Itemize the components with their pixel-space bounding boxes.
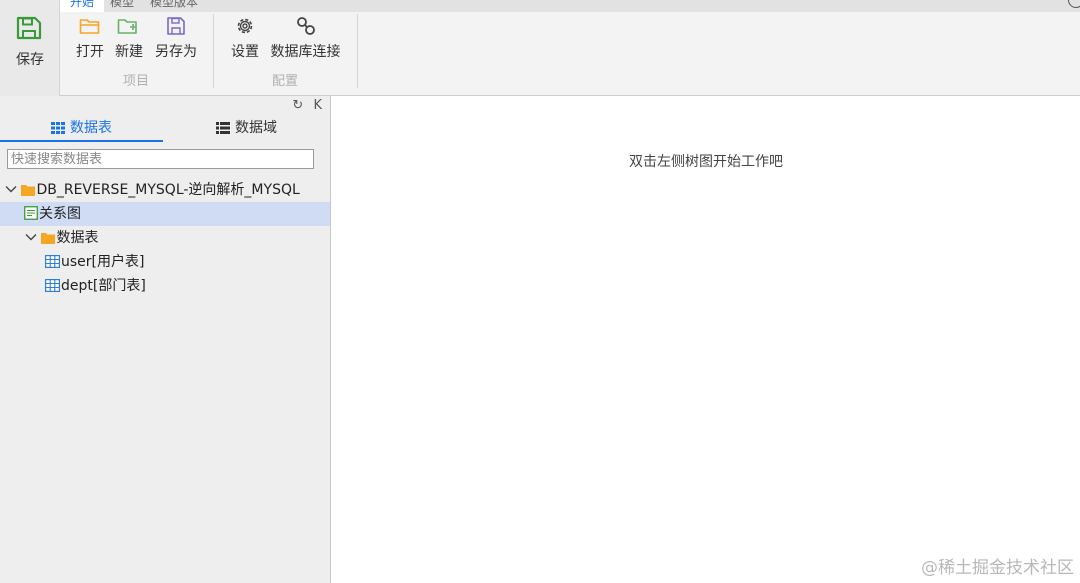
save-button[interactable]: 保存 (0, 0, 60, 96)
tab-model-version[interactable]: 模型版本 (150, 0, 198, 12)
folder-add-icon (117, 19, 137, 34)
tree-table-label: user[用户表] (61, 254, 145, 270)
table-icon (45, 255, 60, 268)
tab-tables[interactable]: 数据表 (0, 116, 163, 142)
grid-icon (51, 122, 65, 134)
save-as-button[interactable]: 另存为 (153, 16, 199, 62)
tab-domains-label: 数据域 (235, 120, 277, 136)
ribbon-tabbar: 开始 模型 模型版本 (60, 0, 1080, 12)
tree-table-label: dept[部门表] (61, 278, 146, 294)
tree-item-table[interactable]: dept[部门表] (0, 274, 330, 298)
collapse-icon[interactable]: K (313, 98, 322, 113)
list-icon (216, 122, 230, 134)
save-as-icon (167, 17, 185, 35)
tab-tables-label: 数据表 (70, 120, 112, 136)
folder-icon (21, 185, 36, 196)
folder-open-icon (79, 19, 100, 34)
empty-hint: 双击左侧树图开始工作吧 (629, 154, 783, 170)
chevron-down-icon[interactable] (5, 183, 17, 195)
tab-start[interactable]: 开始 (60, 0, 105, 12)
new-label: 新建 (115, 44, 143, 60)
watermark: @稀土掘金技术社区 (921, 558, 1074, 578)
workspace-area[interactable]: 双击左侧树图开始工作吧 (332, 96, 1080, 583)
diagram-icon (24, 206, 38, 220)
tree-root-node[interactable]: DB_REVERSE_MYSQL-逆向解析_MYSQL (0, 178, 330, 202)
panel-tools: ↻ K (286, 98, 322, 113)
tab-model[interactable]: 模型 (110, 0, 134, 12)
left-panel: ↻ K 数据表 数据域 DB_REVERSE_MYSQL-逆向解析_M (0, 96, 331, 583)
tree-item-diagram[interactable]: 关系图 (0, 202, 330, 226)
project-group-label: 项目 (122, 74, 149, 89)
db-connection-button[interactable]: 数据库连接 (268, 16, 343, 62)
tree-diagram-label: 关系图 (39, 206, 81, 222)
gear-icon (237, 18, 253, 34)
open-button[interactable]: 打开 (73, 16, 107, 62)
settings-label: 设置 (231, 44, 259, 60)
tree-root-label: DB_REVERSE_MYSQL-逆向解析_MYSQL (36, 182, 300, 198)
config-group-label: 配置 (271, 74, 298, 89)
link-icon (296, 17, 315, 35)
ribbon-separator (357, 14, 358, 88)
open-label: 打开 (76, 44, 104, 60)
chevron-down-icon[interactable] (25, 231, 37, 243)
table-icon (45, 279, 60, 292)
save-as-label: 另存为 (155, 44, 197, 60)
tree-tables-folder-label: 数据表 (56, 230, 99, 246)
tree-folder-tables[interactable]: 数据表 (0, 226, 330, 250)
ribbon-toolbar: 开始 模型 模型版本 保存 打开 新建 另存为 项目 设置 数据库连接 配置 (0, 0, 1080, 96)
refresh-icon[interactable]: ↻ (292, 98, 303, 113)
help-icon[interactable] (1068, 0, 1080, 8)
folder-icon (41, 233, 56, 244)
save-label: 保存 (16, 52, 44, 68)
new-button[interactable]: 新建 (112, 16, 146, 62)
db-connection-label: 数据库连接 (270, 44, 341, 60)
tab-domains[interactable]: 数据域 (165, 116, 328, 142)
table-search-input[interactable] (7, 149, 314, 169)
save-icon (16, 16, 42, 40)
tree-item-table[interactable]: user[用户表] (0, 250, 330, 274)
settings-button[interactable]: 设置 (228, 16, 262, 62)
ribbon-separator (213, 14, 214, 88)
